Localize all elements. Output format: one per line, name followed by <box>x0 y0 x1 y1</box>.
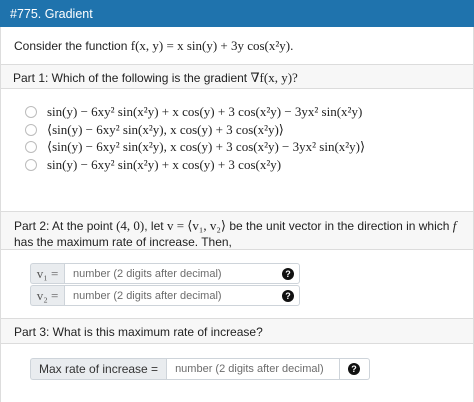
part2-text: be the unit vector in the direction in w… <box>225 219 453 233</box>
max-rate-label: Max rate of increase = <box>30 358 167 380</box>
part2-heading: Part 2: At the point (4, 0), let v = ⟨v₁… <box>1 212 473 250</box>
v1-label: v₁ = <box>30 263 64 284</box>
radio-button[interactable] <box>25 159 37 171</box>
max-rate-input-group: Max rate of increase = ? <box>30 358 370 380</box>
part2-card: Part 2: At the point (4, 0), let v = ⟨v₁… <box>0 211 474 402</box>
part2-text: has the maximum rate of increase. Then, <box>14 235 232 249</box>
part3-heading: Part 3: What is this maximum rate of inc… <box>1 318 473 344</box>
v1-input-group: v₁ = <box>30 263 300 284</box>
question-title: #775. Gradient <box>10 7 93 21</box>
max-rate-input[interactable] <box>166 358 340 380</box>
option-text: sin(y) − 6xy² sin(x²y) + x cos(y) + 3 co… <box>47 104 363 119</box>
question-circle-icon[interactable]: ? <box>348 363 360 375</box>
option-text: sin(y) − 6xy² sin(x²y) + x cos(y) + 3 co… <box>47 157 282 172</box>
radio-button[interactable] <box>25 124 37 136</box>
answer-option-2[interactable]: ⟨sin(y) − 6xy² sin(x²y), x cos(y) + 3 co… <box>25 122 284 138</box>
function-symbol: f <box>452 218 457 233</box>
intro-text: Consider the function <box>14 39 131 53</box>
question-circle-icon[interactable]: ? <box>282 290 294 302</box>
question-circle-icon[interactable]: ? <box>282 268 294 280</box>
answer-option-1[interactable]: sin(y) − 6xy² sin(x²y) + x cos(y) + 3 co… <box>25 104 362 120</box>
answer-option-3[interactable]: ⟨sin(y) − 6xy² sin(x²y), x cos(y) + 3 co… <box>25 139 365 155</box>
gradient-symbol: ∇f(x, y)? <box>250 70 298 85</box>
part2-text: , let <box>144 219 167 233</box>
question-intro: Consider the function f(x, y) = x sin(y)… <box>14 38 293 54</box>
v1-input[interactable] <box>64 263 300 284</box>
function-expression: f(x, y) = x sin(y) + 3y cos(x²y). <box>130 38 294 53</box>
point-expression: (4, 0) <box>116 218 145 233</box>
v2-label: v₂ = <box>30 285 64 306</box>
help-addon: ? <box>340 358 370 380</box>
question-card: Consider the function f(x, y) = x sin(y)… <box>0 27 474 213</box>
vector-expression: v = ⟨v₁, v₂⟩ <box>166 218 226 233</box>
option-text: ⟨sin(y) − 6xy² sin(x²y), x cos(y) + 3 co… <box>47 122 284 137</box>
radio-button[interactable] <box>25 106 37 118</box>
part2-text: Part 2: At the point <box>14 219 117 233</box>
v2-input-group: v₂ = <box>30 285 300 306</box>
radio-button[interactable] <box>25 141 37 153</box>
question-header: #775. Gradient <box>0 0 474 27</box>
part1-label: Part 1: Which of the following is the gr… <box>13 71 251 85</box>
v2-input[interactable] <box>64 285 300 306</box>
answer-option-4[interactable]: sin(y) − 6xy² sin(x²y) + x cos(y) + 3 co… <box>25 157 281 173</box>
part1-heading: Part 1: Which of the following is the gr… <box>1 64 473 89</box>
part3-label: Part 3: What is this maximum rate of inc… <box>14 325 263 339</box>
option-text: ⟨sin(y) − 6xy² sin(x²y), x cos(y) + 3 co… <box>47 139 366 154</box>
